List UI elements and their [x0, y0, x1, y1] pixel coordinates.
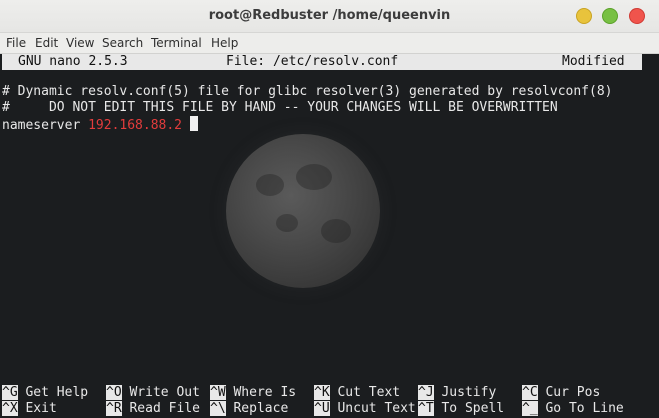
menu-bar: File Edit View Search Terminal Help [0, 33, 659, 54]
nameserver-keyword: nameserver [2, 118, 89, 133]
shortcut-write-out[interactable]: ^O Write Out [106, 385, 200, 401]
terminal-area[interactable]: GNU nano 2.5.3 File: /etc/resolv.conf Mo… [0, 54, 659, 418]
nano-version: GNU nano 2.5.3 [18, 54, 128, 69]
moon-wallpaper [226, 134, 380, 288]
window-title: root@Redbuster /home/queenvin [208, 8, 451, 23]
nameserver-ip: 192.168.88.2 [88, 118, 183, 133]
menu-view[interactable]: View [66, 33, 94, 53]
shortcut-where-is[interactable]: ^W Where Is [210, 385, 296, 401]
shortcut-uncut-text[interactable]: ^U Uncut Text [314, 401, 416, 417]
shortcut-replace[interactable]: ^\ Replace [210, 401, 288, 417]
menu-terminal[interactable]: Terminal [151, 33, 202, 53]
content-line-3[interactable]: nameserver 192.168.88.2 [2, 116, 199, 133]
menu-file[interactable]: File [6, 33, 26, 53]
content-line-1[interactable]: # Dynamic resolv.conf(5) file for glibc … [2, 84, 612, 100]
terminal-window: root@Redbuster /home/queenvin File Edit … [0, 0, 659, 418]
shortcut-exit[interactable]: ^X Exit [2, 401, 57, 417]
menu-help[interactable]: Help [211, 33, 238, 53]
shortcut-cur-pos[interactable]: ^C Cur Pos [522, 385, 600, 401]
modified-indicator: Modified [562, 54, 625, 69]
minimize-button[interactable] [576, 8, 592, 24]
file-name: File: /etc/resolv.conf [226, 54, 399, 69]
menu-search[interactable]: Search [102, 33, 143, 53]
title-bar[interactable]: root@Redbuster /home/queenvin [0, 0, 659, 33]
shortcut-get-help[interactable]: ^G Get Help [2, 385, 88, 401]
content-line-2[interactable]: # DO NOT EDIT THIS FILE BY HAND -- YOUR … [2, 100, 558, 116]
shortcut-justify[interactable]: ^J Justify [418, 385, 496, 401]
menu-edit[interactable]: Edit [35, 33, 58, 53]
shortcut-go-to-line[interactable]: ^_ Go To Line [522, 401, 624, 417]
shortcut-to-spell[interactable]: ^T To Spell [418, 401, 504, 417]
shortcut-cut-text[interactable]: ^K Cut Text [314, 385, 400, 401]
nano-status-bar: GNU nano 2.5.3 File: /etc/resolv.conf Mo… [2, 54, 642, 70]
maximize-button[interactable] [602, 8, 618, 24]
shortcut-read-file[interactable]: ^R Read File [106, 401, 200, 417]
close-button[interactable] [629, 8, 645, 24]
text-cursor [190, 116, 199, 131]
